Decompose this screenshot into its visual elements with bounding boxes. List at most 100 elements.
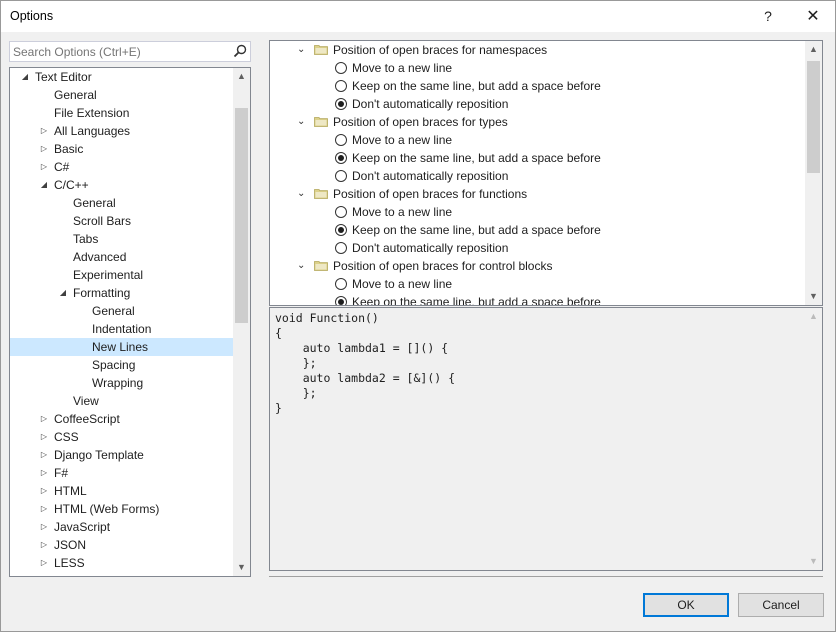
collapsed-arrow-icon[interactable]: ▷ — [38, 122, 50, 140]
help-button[interactable]: ? — [757, 3, 779, 29]
tree-item[interactable]: Advanced — [10, 248, 234, 266]
collapsed-arrow-icon[interactable]: ▷ — [38, 410, 50, 428]
collapsed-arrow-icon[interactable]: ▷ — [38, 482, 50, 500]
tree-item-label: JavaScript — [54, 520, 111, 534]
option-group-label: Position of open braces for types — [333, 115, 508, 129]
radio-button[interactable] — [335, 62, 347, 74]
tree-item[interactable]: ▷ All Languages — [10, 122, 234, 140]
tree-item[interactable]: Tabs — [10, 230, 234, 248]
radio-label: Keep on the same line, but add a space b… — [352, 79, 601, 93]
chevron-down-icon[interactable]: ⌄ — [297, 41, 307, 59]
tree-item[interactable]: Experimental — [10, 266, 234, 284]
preview-scrollbar[interactable]: ▲ ▼ — [805, 308, 822, 570]
divider — [269, 576, 823, 577]
tree-item[interactable]: ▷ JSON — [10, 536, 234, 554]
options-scrollbar[interactable]: ▲ ▼ — [805, 41, 822, 305]
tree-item[interactable]: ◢ Text Editor — [10, 68, 234, 86]
chevron-down-icon[interactable]: ⌄ — [297, 113, 307, 131]
option-group-label: Position of open braces for control bloc… — [333, 259, 553, 273]
tree-item[interactable]: ▷ F# — [10, 464, 234, 482]
search-box[interactable] — [9, 41, 251, 62]
tree-item[interactable]: ▷ LESS — [10, 554, 234, 572]
collapsed-arrow-icon[interactable]: ▷ — [38, 536, 50, 554]
tree-item[interactable]: Spacing — [10, 356, 234, 374]
tree-item[interactable]: Indentation — [10, 320, 234, 338]
tree-item[interactable]: Wrapping — [10, 374, 234, 392]
radio-label: Move to a new line — [352, 205, 453, 219]
tree-item[interactable]: ▷ HTML — [10, 482, 234, 500]
radio-label: Keep on the same line, but add a space b… — [352, 223, 601, 237]
tree-item[interactable]: General — [10, 302, 234, 320]
options-tree[interactable]: ◢ Text Editor General File Extension ▷ All La… — [9, 67, 251, 577]
tree-item[interactable]: General — [10, 86, 234, 104]
tree-item-label: Plain Text — [54, 572, 106, 576]
tree-item[interactable]: ◢ Formatting — [10, 284, 234, 302]
tree-item[interactable]: ▷ Django Template — [10, 446, 234, 464]
tree-item-label: Wrapping — [92, 376, 144, 390]
collapsed-arrow-icon[interactable]: ▷ — [38, 464, 50, 482]
radio-button[interactable] — [335, 278, 347, 290]
expanded-arrow-icon[interactable]: ◢ — [19, 68, 31, 86]
radio-button[interactable] — [335, 98, 347, 110]
radio-button[interactable] — [335, 224, 347, 236]
collapsed-arrow-icon[interactable]: ▷ — [38, 500, 50, 518]
tree-item-label: Advanced — [73, 250, 127, 264]
tree-item[interactable]: View — [10, 392, 234, 410]
tree-item[interactable]: ▷ CoffeeScript — [10, 410, 234, 428]
collapsed-arrow-icon[interactable]: ▷ — [38, 158, 50, 176]
tree-item[interactable]: ▷ HTML (Web Forms) — [10, 500, 234, 518]
tree-item-label: Experimental — [73, 268, 144, 282]
tree-item-label: View — [73, 394, 99, 408]
collapsed-arrow-icon[interactable]: ▷ — [38, 572, 50, 576]
tree-item-label: LESS — [54, 556, 85, 570]
tree-item[interactable]: ◢ C/C++ — [10, 176, 234, 194]
expanded-arrow-icon[interactable]: ◢ — [38, 176, 50, 194]
ok-button[interactable]: OK — [643, 593, 729, 617]
radio-button[interactable] — [335, 296, 347, 305]
scroll-thumb[interactable] — [235, 108, 248, 323]
tree-item-label: File Extension — [54, 106, 130, 120]
collapsed-arrow-icon[interactable]: ▷ — [38, 518, 50, 536]
collapsed-arrow-icon[interactable]: ▷ — [38, 428, 50, 446]
radio-button[interactable] — [335, 134, 347, 146]
scroll-up-icon[interactable]: ▲ — [805, 308, 822, 325]
tree-item[interactable]: ▷ Basic — [10, 140, 234, 158]
expanded-arrow-icon[interactable]: ◢ — [57, 284, 69, 302]
tree-item-label: F# — [54, 466, 69, 480]
tree-item[interactable]: General — [10, 194, 234, 212]
collapsed-arrow-icon[interactable]: ▷ — [38, 140, 50, 158]
tree-item-label: Scroll Bars — [73, 214, 132, 228]
scroll-up-icon[interactable]: ▲ — [233, 68, 250, 85]
tree-item[interactable]: ▷ CSS — [10, 428, 234, 446]
chevron-down-icon[interactable]: ⌄ — [297, 185, 307, 203]
tree-item[interactable]: ▷ Plain Text — [10, 572, 234, 576]
tree-item-label: Spacing — [92, 358, 136, 372]
radio-button[interactable] — [335, 242, 347, 254]
scroll-thumb[interactable] — [807, 61, 820, 173]
chevron-down-icon[interactable]: ⌄ — [297, 257, 307, 275]
tree-item[interactable]: ▷ C# — [10, 158, 234, 176]
scroll-down-icon[interactable]: ▼ — [805, 288, 822, 305]
tree-item[interactable]: New Lines — [10, 338, 234, 356]
tree-item[interactable]: Scroll Bars — [10, 212, 234, 230]
scroll-down-icon[interactable]: ▼ — [233, 559, 250, 576]
radio-button[interactable] — [335, 206, 347, 218]
scroll-up-icon[interactable]: ▲ — [805, 41, 822, 58]
cancel-button[interactable]: Cancel — [738, 593, 824, 617]
tree-scrollbar[interactable]: ▲ ▼ — [233, 68, 250, 576]
tree-item[interactable]: ▷ JavaScript — [10, 518, 234, 536]
tree-item-label: All Languages — [54, 124, 131, 138]
tree-item-label: Indentation — [92, 322, 152, 336]
close-button[interactable]: ✕ — [791, 1, 835, 32]
code-preview: void Function() { auto lambda1 = []() { … — [269, 307, 823, 571]
radio-button[interactable] — [335, 152, 347, 164]
search-icon[interactable] — [232, 43, 248, 60]
scroll-down-icon[interactable]: ▼ — [805, 553, 822, 570]
collapsed-arrow-icon[interactable]: ▷ — [38, 446, 50, 464]
collapsed-arrow-icon[interactable]: ▷ — [38, 554, 50, 572]
radio-button[interactable] — [335, 170, 347, 182]
search-input[interactable] — [13, 43, 225, 60]
radio-label: Don't automatically reposition — [352, 97, 509, 111]
radio-button[interactable] — [335, 80, 347, 92]
tree-item[interactable]: File Extension — [10, 104, 234, 122]
